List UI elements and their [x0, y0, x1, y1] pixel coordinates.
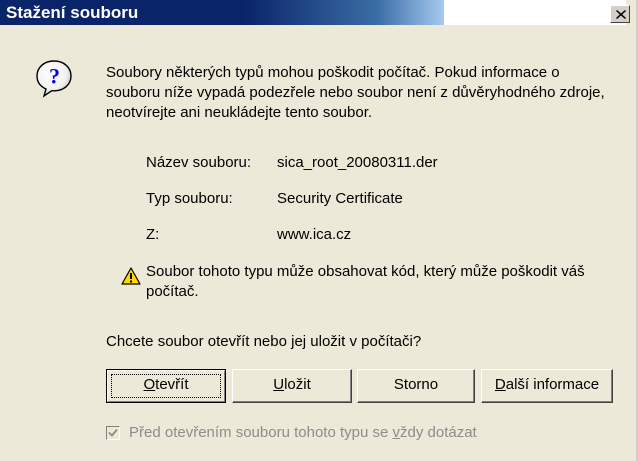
checkmark-icon [108, 428, 118, 437]
save-button-mnemonic: U [273, 376, 285, 393]
more-info-button-label: alší informace [505, 376, 600, 393]
warning-triangle-icon [121, 267, 141, 285]
open-button[interactable]: Otevřít [106, 369, 226, 403]
cancel-button[interactable]: Storno [357, 369, 475, 403]
open-button-mnemonic: O [143, 376, 156, 393]
intro-text: Soubory některých typů mohou poškodit po… [106, 64, 605, 121]
file-source-value: www.ica.cz [277, 226, 352, 243]
file-source-label: Z: [146, 226, 160, 243]
more-info-button[interactable]: Další informace [481, 369, 613, 403]
file-type-value: Security Certificate [277, 190, 403, 207]
svg-text:?: ? [49, 64, 60, 89]
always-ask-label-mnemonic: v [392, 424, 401, 441]
open-button-label: tevřít [155, 376, 189, 393]
always-ask-label-end: ždy dotázat [400, 424, 477, 441]
close-button[interactable] [610, 5, 630, 23]
close-icon [616, 10, 626, 19]
question-text: Chcete soubor otevřít nebo jej uložit v … [106, 333, 422, 350]
always-ask-checkbox[interactable] [106, 426, 120, 440]
more-info-button-mnemonic: D [494, 376, 506, 393]
warning-text: Soubor tohoto typu může obsahovat kód, k… [146, 263, 585, 300]
question-mark-icon: ? [36, 60, 72, 98]
download-dialog: Stažení souboru ? Soubory některých typů… [0, 0, 638, 461]
save-button[interactable]: Uložit [232, 369, 352, 403]
always-ask-label[interactable]: Před otevřením souboru tohoto typu se vž… [129, 424, 477, 442]
title-bar: Stažení souboru [0, 0, 630, 25]
cancel-button-label: Storno [393, 376, 439, 393]
file-name-value: sica_root_20080311.der [277, 154, 438, 171]
save-button-label: ložit [284, 376, 311, 393]
file-type-label: Typ souboru: [146, 190, 233, 207]
file-name-label: Název souboru: [146, 154, 252, 171]
always-ask-label-start: Před otevřením souboru tohoto typu se [129, 424, 393, 441]
window-title: Stažení souboru [0, 0, 444, 25]
